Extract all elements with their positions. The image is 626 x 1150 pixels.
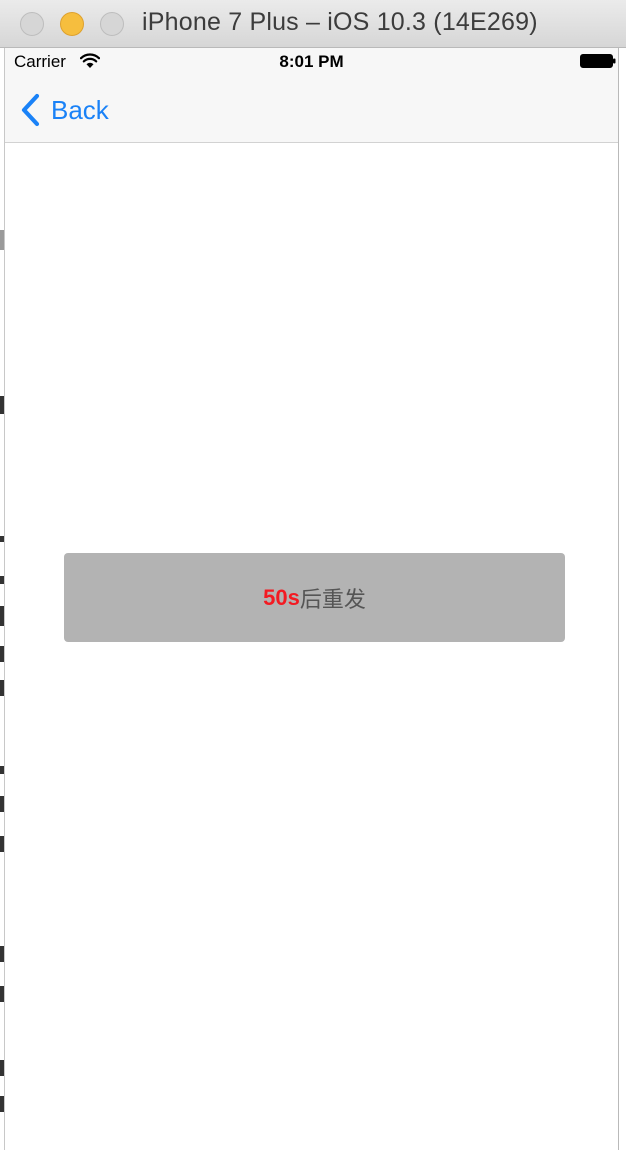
edge-fragment — [0, 1096, 4, 1112]
battery-icon — [580, 54, 616, 68]
edge-fragment — [0, 986, 4, 1002]
close-window-button[interactable] — [20, 12, 44, 36]
edge-fragment — [0, 396, 4, 414]
edge-fragment — [0, 606, 4, 626]
resend-label: 后重发 — [299, 587, 366, 613]
main-content: 50s 后重发 — [5, 143, 618, 1150]
edge-fragment — [0, 646, 4, 662]
window-titlebar: iPhone 7 Plus – iOS 10.3 (14E269) — [0, 0, 626, 48]
countdown-seconds: 50s — [263, 584, 300, 610]
ios-status-bar: Carrier 8:01 PM — [5, 48, 618, 76]
back-button[interactable]: Back — [19, 93, 109, 127]
edge-fragment — [0, 536, 4, 542]
back-label: Back — [51, 94, 109, 125]
edge-fragment — [0, 1060, 4, 1076]
edge-fragment — [0, 796, 4, 812]
resend-code-button[interactable]: 50s 后重发 — [64, 553, 565, 642]
window-title: iPhone 7 Plus – iOS 10.3 (14E269) — [142, 8, 538, 36]
edge-fragment — [0, 836, 4, 852]
minimize-window-button[interactable] — [60, 12, 84, 36]
navigation-bar: Back — [5, 76, 618, 143]
edge-fragment — [0, 576, 4, 584]
window-right-border — [618, 48, 626, 1150]
edge-fragment — [0, 766, 4, 774]
edge-fragment — [0, 946, 4, 962]
status-time: 8:01 PM — [279, 52, 344, 71]
edge-fragment — [0, 230, 4, 250]
zoom-window-button[interactable] — [100, 12, 124, 36]
edge-fragment — [0, 680, 4, 696]
chevron-left-icon — [21, 93, 40, 127]
simulator-window: iPhone 7 Plus – iOS 10.3 (14E269) Carrie… — [0, 0, 626, 1150]
